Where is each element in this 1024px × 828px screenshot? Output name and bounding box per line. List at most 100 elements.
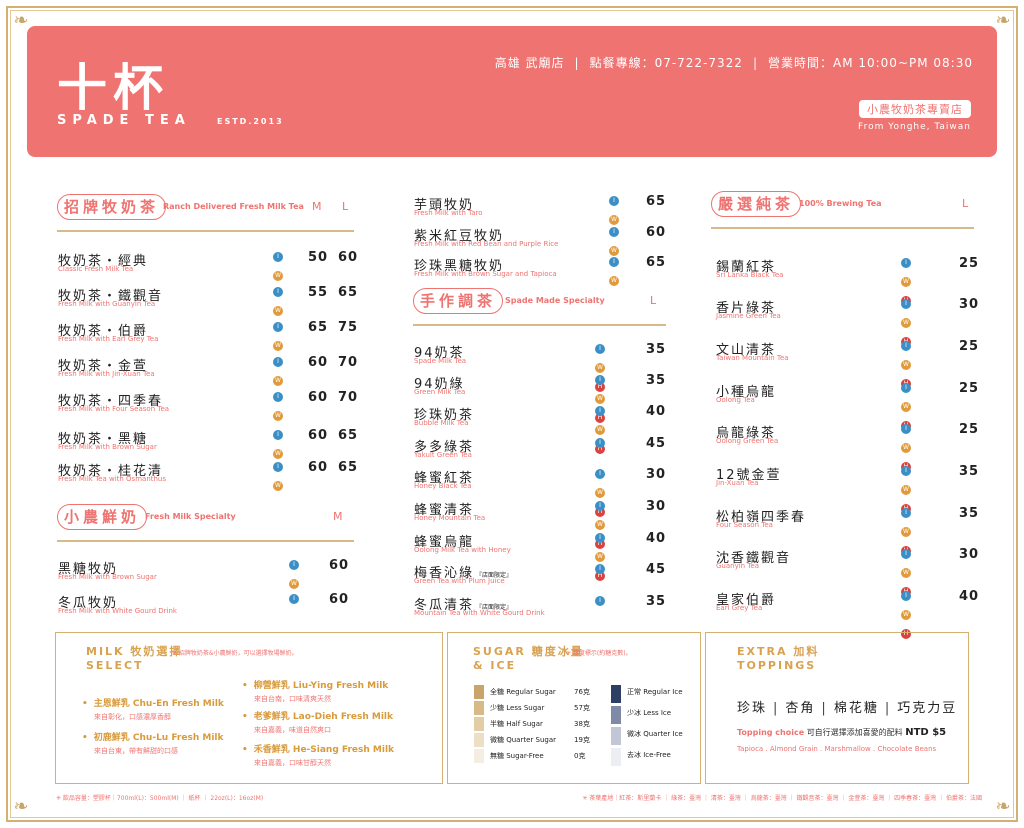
temperature-icons: IWH — [595, 533, 607, 581]
item-price: 45 — [646, 562, 667, 577]
item-name-en: Green Milk Tea — [414, 388, 466, 396]
item-name-en: Oolong Green Tea — [716, 437, 779, 445]
ice-icon: I — [901, 508, 911, 518]
item-price: 65 — [646, 194, 667, 209]
item-price: 35 — [959, 506, 980, 521]
ice-icon: I — [901, 549, 911, 559]
temperature-icons: I — [595, 438, 607, 449]
sugar-level: 微糖 Quarter Sugar 19克 — [474, 733, 592, 747]
ice-icon: I — [901, 424, 911, 434]
ice-icon: I — [289, 560, 299, 570]
item-name-en: Oolong Milk Tea with Honey — [414, 546, 511, 554]
item-price: 65 — [338, 428, 359, 443]
ice-icon: I — [595, 564, 605, 574]
temperature-icons: IWH — [901, 383, 913, 431]
origin-text: From Yonghe, Taiwan — [858, 122, 971, 132]
topping-item: 珍珠 — [737, 701, 768, 716]
warm-icon: W — [273, 341, 283, 351]
size-l-label: L — [342, 200, 349, 213]
logo: 十杯 — [57, 58, 169, 117]
temperature-icons: IWH — [595, 469, 607, 517]
temperature-icons: IWH — [595, 501, 607, 549]
item-price: 30 — [646, 467, 667, 482]
divider — [413, 324, 666, 326]
warm-icon: W — [273, 271, 283, 281]
established-year: ESTD.2013 — [217, 117, 284, 126]
ice-icon: I — [273, 357, 283, 367]
ice-icon: I — [595, 438, 605, 448]
section-title-en: Ranch Delivered Fresh Milk Tea — [163, 202, 304, 211]
temperature-icons: I — [595, 596, 607, 607]
item-name-en: Fresh Milk with Jin-Xuan Tea — [58, 370, 155, 378]
item-price: 60 — [338, 250, 359, 265]
section-title: 招牌牧奶茶 — [57, 194, 167, 220]
milk-option: • 初鹿鮮乳 Chu-Lu Fresh Milk 來自台東，帶有鮮甜的口感 — [82, 733, 224, 755]
ice-icon: I — [609, 257, 619, 267]
section-title-en: 100% Brewing Tea — [799, 199, 882, 208]
store-badge: 小農牧奶茶專賣店 — [859, 100, 971, 118]
footer-capacity: ✳ 飲品容量：塑膠杯｜700ml(L)：500ml(M) ｜ 紙杯 ｜ 22oz… — [56, 795, 264, 802]
item-name-en: Classic Fresh Milk Tea — [58, 265, 134, 273]
ice-icon: I — [609, 196, 619, 206]
ice-level: 少冰 Less Ice — [611, 706, 695, 724]
item-price: 35 — [959, 464, 980, 479]
warm-icon: W — [901, 527, 911, 537]
item-name-en: Earl Grey Tea — [716, 604, 763, 612]
ice-icon: I — [595, 469, 605, 479]
size-m-label: M — [312, 200, 322, 213]
item-price: 60 — [646, 225, 667, 240]
temperature-icons: IW — [273, 392, 285, 421]
temperature-icons: IW — [289, 560, 301, 589]
ice-icon: I — [289, 594, 299, 604]
ice-swatch — [611, 685, 621, 703]
ice-icon: I — [901, 591, 911, 601]
item-price: 30 — [646, 499, 667, 514]
temperature-icons: I — [289, 594, 301, 605]
item-price: 45 — [646, 436, 667, 451]
item-price: 60 — [308, 460, 329, 475]
item-name-en: Green Tea with Plum Juice — [414, 577, 505, 585]
ice-icon: I — [273, 462, 283, 472]
item-price: 75 — [338, 320, 359, 335]
item-price: 70 — [338, 390, 359, 405]
section-title: 小農鮮奶 — [57, 504, 148, 530]
ice-icon: I — [273, 430, 283, 440]
item-price: 60 — [329, 558, 350, 573]
temperature-icons: IW — [273, 252, 285, 281]
item-name-en: Sri Lanka Black Tea — [716, 271, 784, 279]
ice-icon: I — [901, 299, 911, 309]
item-name-en: Bubble Milk Tea — [414, 419, 469, 427]
ice-icon: I — [901, 258, 911, 268]
item-name-en: Taiwan Mountain Tea — [716, 354, 789, 362]
sugar-swatch — [474, 733, 484, 747]
ice-icon: I — [609, 227, 619, 237]
warm-icon: W — [901, 443, 911, 453]
item-price: 25 — [959, 339, 980, 354]
ice-icon: I — [901, 466, 911, 476]
ice-swatch — [611, 748, 621, 766]
ice-swatch — [611, 706, 621, 724]
hours: 營業時間：AM 10:00~PM 08:30 — [767, 56, 973, 70]
warm-icon: W — [595, 520, 605, 530]
corner-ornament-icon: ❧ — [995, 796, 1011, 817]
sugar-level: 少糖 Less Sugar 57克 — [474, 701, 592, 715]
warm-icon: W — [609, 246, 619, 256]
warm-icon: W — [901, 485, 911, 495]
milk-note: ✳ 招牌牧奶茶&小農鮮奶，可以選擇牧場鮮奶。 — [172, 650, 298, 657]
ice-icon: I — [595, 596, 605, 606]
section-title-en: Fresh Milk Specialty — [145, 512, 236, 521]
warm-icon: W — [901, 360, 911, 370]
section-title-en: Spade Made Specialty — [505, 296, 605, 305]
temperature-icons: IWH — [901, 591, 913, 639]
item-price: 35 — [646, 342, 667, 357]
ice-icon: I — [901, 341, 911, 351]
divider — [711, 227, 974, 229]
item-name-en: Fresh Milk with Four Season Tea — [58, 405, 170, 413]
divider — [57, 540, 354, 542]
item-price: 25 — [959, 381, 980, 396]
item-price: 60 — [308, 390, 329, 405]
item-name-en: Fresh Milk with Brown Sugar — [58, 443, 157, 451]
warm-icon: W — [273, 481, 283, 491]
size-l-label: L — [650, 294, 657, 307]
item-price: 70 — [338, 355, 359, 370]
